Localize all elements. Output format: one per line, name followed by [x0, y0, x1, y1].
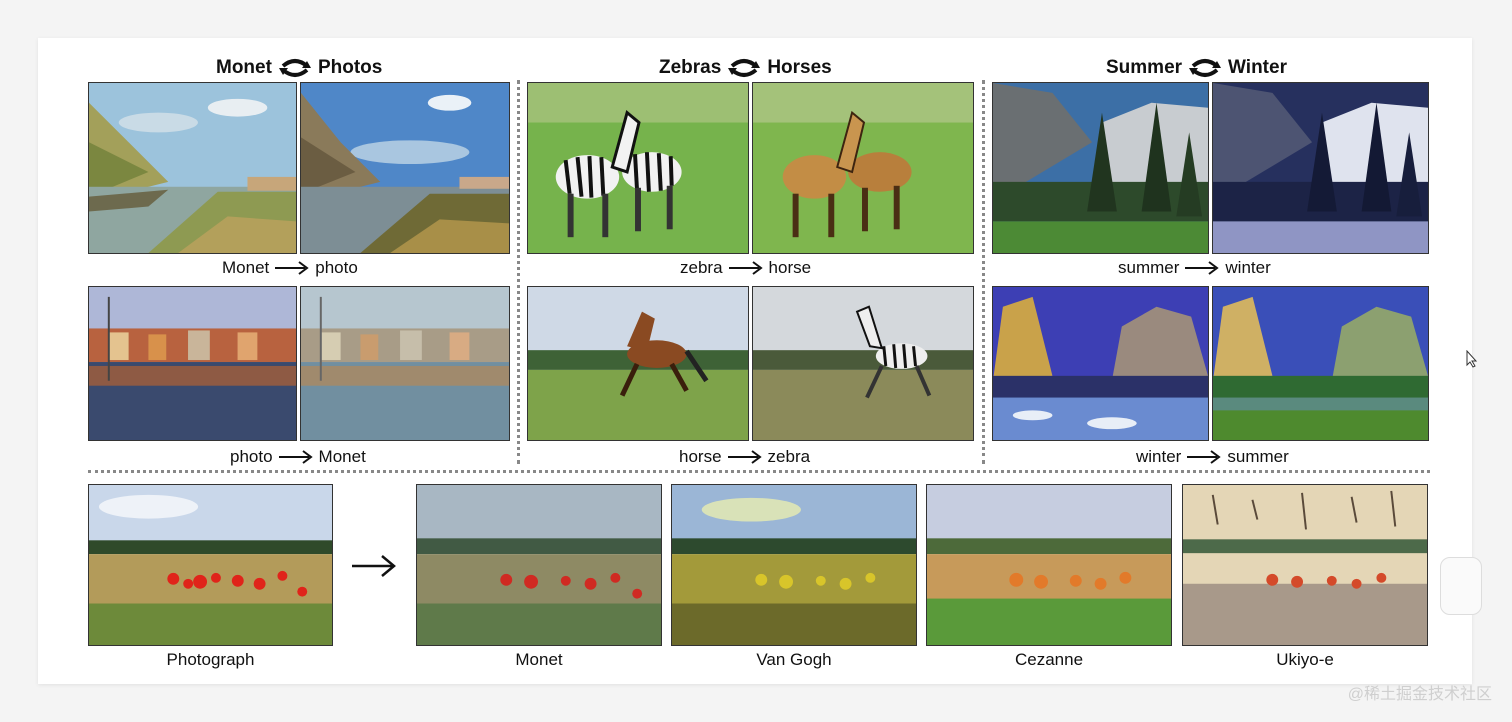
swap-arrows-icon [727, 57, 761, 79]
section-title-right: Horses [767, 57, 832, 78]
section-title-left: Summer [1106, 57, 1183, 78]
section-title-left: Monet [216, 57, 272, 78]
swap-arrows-icon [1188, 57, 1222, 79]
zebras-image [527, 82, 749, 254]
style-label-monet: Monet [515, 650, 563, 669]
section-title-right: Photos [317, 57, 383, 78]
horizontal-separator [88, 470, 1430, 473]
caption-to: photo [315, 258, 358, 277]
harbor-monet-image [300, 286, 510, 441]
right-arrow-icon [278, 450, 313, 464]
winter-landscape-image [1212, 82, 1429, 254]
right-arrow-icon [728, 261, 763, 275]
ukiyo-e-style-output [1182, 484, 1428, 646]
caption-to: winter [1225, 258, 1271, 277]
section-title-right: Winter [1228, 57, 1287, 78]
vertical-separator [517, 80, 520, 464]
right-arrow-icon [350, 552, 396, 585]
summer-landscape-image [992, 82, 1209, 254]
harbor-photo-image [88, 286, 297, 441]
section-title-monet-photos: Monet Photos [216, 56, 382, 80]
section-title-zebras-horses: Zebras Horses [659, 56, 832, 80]
running-horse-image [527, 286, 749, 441]
style-label-ukiyo-e: Ukiyo-e [1276, 650, 1334, 669]
caption-from: Monet [222, 258, 270, 277]
caption-to: horse [768, 258, 812, 277]
winter-source-image [992, 286, 1209, 441]
caption-from: summer [1118, 258, 1180, 277]
van-gogh-style-output [671, 484, 917, 646]
caption-photo-to-monet: photo Monet [230, 447, 366, 467]
caption-zebra-to-horse: zebra horse [680, 258, 811, 278]
right-arrow-icon [1187, 450, 1222, 464]
caption-from: photo [230, 447, 273, 466]
watermark: @稀土掘金技术社区 [1347, 686, 1492, 703]
section-title-summer-winter: Summer Winter [1106, 56, 1287, 80]
summer-output-image [1212, 286, 1429, 441]
caption-monet-to-photo: Monet photo [222, 258, 358, 278]
caption-summer-to-winter: summer winter [1118, 258, 1271, 278]
horses-image [752, 82, 974, 254]
swap-arrows-icon [278, 57, 312, 79]
style-label-van-gogh: Van Gogh [756, 650, 832, 669]
caption-horse-to-zebra: horse zebra [679, 447, 810, 467]
monet-painting-image [88, 82, 297, 254]
vertical-separator [982, 80, 985, 464]
section-title-left: Zebras [659, 57, 722, 78]
poppy-field-photograph [88, 484, 333, 646]
style-label-cezanne: Cezanne [1014, 650, 1084, 669]
caption-from: zebra [680, 258, 723, 277]
cezanne-style-output [926, 484, 1172, 646]
caption-from: horse [679, 447, 722, 466]
right-arrow-icon [275, 261, 309, 275]
caption-to: summer [1227, 447, 1289, 466]
caption-winter-to-summer: winter summer [1136, 447, 1289, 467]
monet-style-output [416, 484, 662, 646]
photograph-label: Photograph [166, 650, 255, 669]
caption-to: zebra [767, 447, 811, 466]
monet-to-photo-image [300, 82, 510, 254]
right-arrow-icon [727, 450, 762, 464]
side-panel-button[interactable] [1440, 557, 1482, 615]
caption-to: Monet [318, 447, 366, 466]
caption-from: winter [1136, 447, 1182, 466]
right-arrow-icon [1185, 261, 1220, 275]
running-zebra-image [752, 286, 974, 441]
mouse-cursor-icon [1466, 349, 1478, 373]
